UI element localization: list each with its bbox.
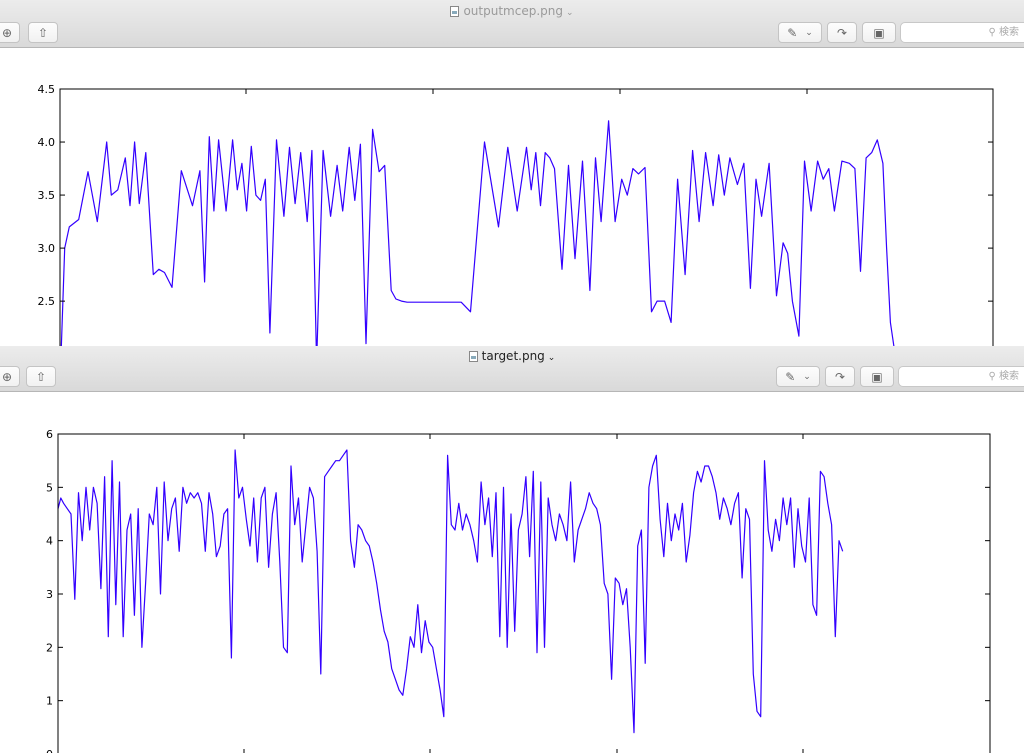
y-tick-label: 6 (46, 428, 53, 441)
zoom-in-button[interactable]: ⊕ (0, 22, 20, 43)
toolbar: outputmcep.png ⌄ ⊕ ⇧ ✎ ⌄ ↷ ▣ ⚲ 検索 (0, 0, 1024, 48)
toolbox-icon: ▣ (873, 25, 885, 40)
toolbar: target.png ⌄ ⊕ ⇧ ✎ ⌄ ↷ ▣ ⚲ 検索 (0, 346, 1024, 392)
window-title[interactable]: outputmcep.png ⌄ (0, 4, 1024, 18)
search-field[interactable]: ⚲ 検索 (900, 22, 1024, 43)
share-icon: ⇧ (35, 369, 47, 384)
preview-window-target: target.png⌄ ⊕ ⇧ ✎⌄ ↷ ▣ ⚲ 検索 6543210 (0, 346, 1024, 753)
rotate-button[interactable]: ↷ (827, 22, 857, 43)
share-icon: ⇧ (37, 25, 49, 40)
share-button[interactable]: ⇧ (26, 366, 56, 387)
y-tick-label: 4.5 (38, 83, 56, 96)
toolbox-button[interactable]: ▣ (862, 22, 896, 43)
rotate-icon: ↷ (834, 369, 846, 384)
rotate-button[interactable]: ↷ (825, 366, 855, 387)
preview-window-outputmcep: outputmcep.png ⌄ ⊕ ⇧ ✎ ⌄ ↷ ▣ ⚲ 検索 4.5 4.0 3.… (0, 0, 1024, 347)
toolbox-icon: ▣ (871, 369, 883, 384)
window-title-text: target.png (481, 349, 545, 363)
zoom-in-icon: ⊕ (1, 25, 13, 40)
chevron-down-icon[interactable]: ⌄ (548, 353, 556, 363)
plot-frame (57, 433, 991, 753)
y-tick-label: 2 (46, 641, 53, 654)
search-field[interactable]: ⚲ 検索 (898, 366, 1024, 387)
y-tick-label: 3 (46, 588, 53, 601)
rotate-icon: ↷ (836, 25, 848, 40)
y-tick-label: 3.5 (38, 189, 56, 202)
y-tick-label: 4.0 (38, 136, 56, 149)
chevron-down-icon: ⌄ (805, 27, 813, 38)
series-line (57, 449, 844, 734)
share-button[interactable]: ⇧ (28, 22, 58, 43)
y-tick-label: 5 (46, 481, 53, 494)
pen-icon: ✎ (787, 25, 798, 40)
y-tick-label: 0 (46, 748, 53, 753)
window-title[interactable]: target.png ⌄ (0, 349, 1024, 363)
window-title-text: outputmcep.png (463, 4, 563, 18)
y-tick-label: 1 (46, 695, 53, 708)
chart-target: 6 5 4 3 2 1 0 (46, 428, 991, 753)
pen-icon: ✎ (785, 369, 796, 384)
search-icon: ⚲ (988, 27, 999, 38)
search-placeholder: 検索 (999, 371, 1019, 382)
y-tick-label: 4 (46, 535, 53, 548)
zoom-in-button[interactable]: ⊕ (0, 366, 20, 387)
chart-outputmcep: 4.54.03.53.02.52.0 (38, 83, 994, 346)
y-tick-label: 3.0 (38, 242, 56, 255)
chevron-down-icon: ⌄ (803, 371, 811, 382)
chevron-down-icon[interactable]: ⌄ (566, 8, 574, 18)
zoom-in-icon: ⊕ (1, 369, 13, 384)
file-icon (468, 351, 478, 362)
series-line (60, 120, 895, 346)
search-icon: ⚲ (988, 371, 999, 382)
search-placeholder: 検索 (999, 27, 1019, 38)
plot-frame (59, 88, 994, 346)
markup-button[interactable]: ✎ ⌄ (776, 366, 820, 387)
file-icon (450, 6, 460, 17)
y-tick-label: 2.5 (38, 295, 56, 308)
markup-button[interactable]: ✎ ⌄ (778, 22, 822, 43)
toolbox-button[interactable]: ▣ (860, 366, 894, 387)
